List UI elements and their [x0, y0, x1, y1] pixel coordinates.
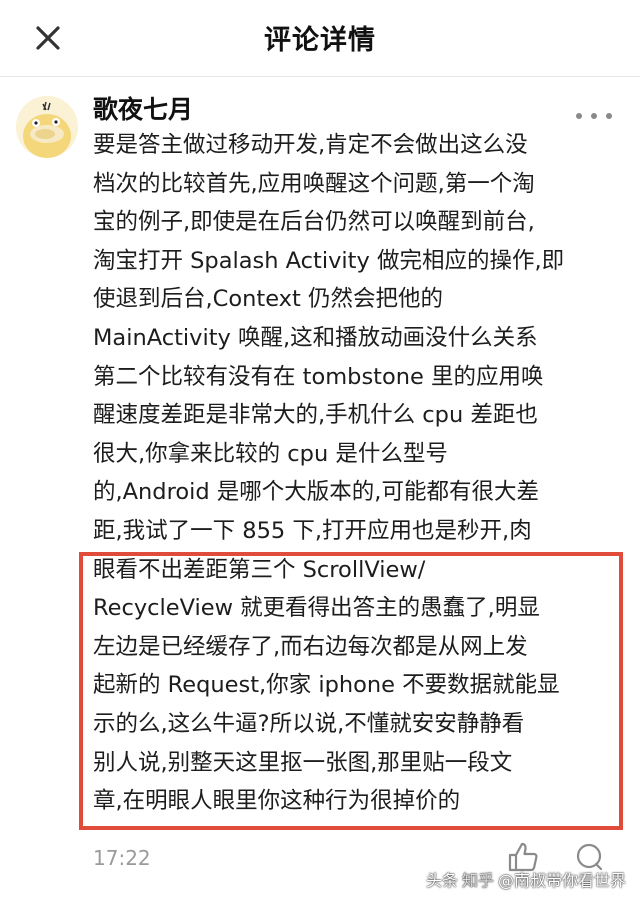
avatar[interactable] — [16, 96, 78, 158]
more-button[interactable] — [576, 108, 612, 124]
more-dot — [606, 113, 612, 119]
comment-line: 很大,你拿来比较的 cpu 是什么型号 — [93, 440, 448, 467]
comment-line: 第二个比较有没有在 tombstone 里的应用唤 — [93, 363, 544, 390]
comment-line: 使退到后台,Context 仍然会把他的 — [93, 286, 443, 313]
highlight-annotation-box — [79, 552, 623, 830]
comment-line: 档次的比较首先,应用唤醒这个问题,第一个淘 — [93, 170, 535, 197]
comment-line: 宝的例子,即使是在后台仍然可以唤醒到前台, — [93, 209, 535, 236]
comment-timestamp: 17:22 — [93, 846, 151, 870]
watermark: 头条 知乎 @南叔带你看世界 — [426, 865, 626, 893]
watermark-handle: @南叔带你看世界 — [497, 871, 626, 890]
comment-line: MainActivity 唤醒,这和播放动画没什么关系 — [93, 324, 538, 351]
page-title: 评论详情 — [264, 25, 376, 56]
comment-line: 醒速度差距是非常大的,手机什么 cpu 差距也 — [93, 402, 538, 429]
more-horizontal-icon — [576, 113, 582, 119]
psyduck-avatar — [16, 96, 78, 158]
top-bar: 评论详情 — [0, 0, 640, 77]
comment-line: 距,我试了一下 855 下,打开应用也是秒开,肉 — [93, 517, 532, 544]
comment-line: 要是答主做过移动开发,肯定不会做出这么没 — [93, 132, 528, 158]
comment-author[interactable]: 歌夜七月 — [93, 90, 193, 126]
comment-line: 淘宝打开 Spalash Activity 做完相应的操作,即 — [93, 247, 565, 274]
more-dot — [591, 113, 597, 119]
watermark-platform: 头条 — [425, 871, 458, 890]
comment-line: 的,Android 是哪个大版本的,可能都有很大差 — [93, 479, 539, 506]
watermark-faded-label: 知乎 — [461, 871, 494, 890]
